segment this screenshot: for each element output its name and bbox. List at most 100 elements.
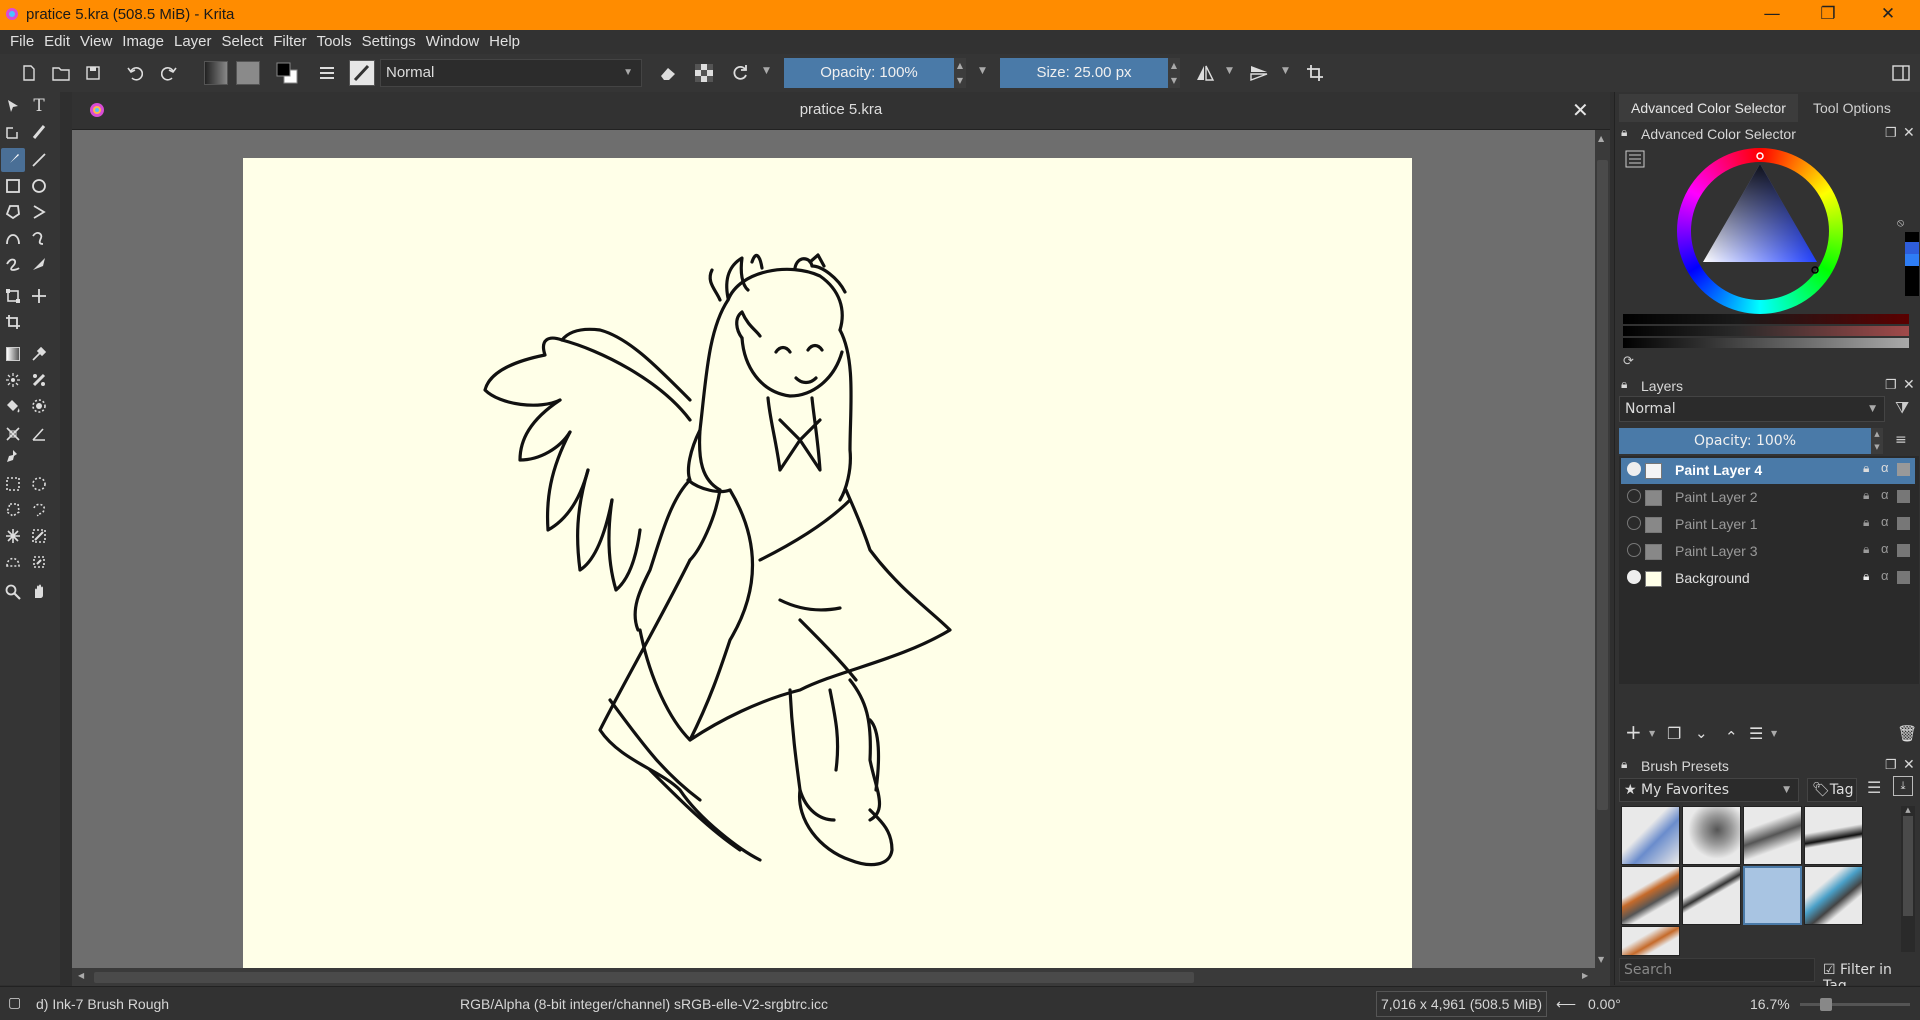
scroll-down-arrow-icon[interactable]: ▼ [1598, 955, 1604, 964]
mirror-h-chevron-icon[interactable]: ▼ [1226, 66, 1233, 76]
layer-opacity-arrows[interactable]: ▲ ▼ [1871, 428, 1883, 454]
no-color-icon[interactable]: ⦸ [1897, 216, 1904, 230]
lock-layer-icon[interactable]: 🔒︎ [1863, 542, 1869, 557]
blend-mode-select[interactable]: Normal ▼ [380, 59, 642, 87]
alpha-lock-icon[interactable]: α [1881, 568, 1889, 583]
brush-presets-float-icon[interactable]: ❐ [1885, 757, 1897, 773]
brush-preset-5[interactable] [1621, 866, 1680, 925]
fg-bg-color-icon[interactable] [274, 60, 300, 86]
layer-properties-chevron-icon[interactable]: ▼ [1771, 729, 1777, 738]
freehand-selection-tool-icon[interactable] [27, 498, 51, 522]
add-layer-chevron-icon[interactable]: ▼ [1649, 729, 1655, 738]
rotation-icon[interactable]: ⟵ [1556, 996, 1576, 1013]
brush-settings-icon[interactable] [314, 60, 340, 86]
text-tool-icon[interactable]: T [27, 94, 51, 118]
zoom-slider[interactable] [1800, 998, 1910, 1011]
move-tool-icon[interactable] [27, 284, 51, 308]
add-layer-icon[interactable]: + [1625, 720, 1642, 744]
enclose-fill-tool-icon[interactable] [27, 394, 51, 418]
transform-tool-icon[interactable] [1, 284, 25, 308]
layers-close-icon[interactable]: ✕ [1903, 376, 1915, 393]
opacity-options-chevron-icon[interactable]: ▼ [979, 66, 986, 76]
mirror-horizontal-icon[interactable] [1192, 60, 1218, 86]
bezier-tool-icon[interactable] [1, 226, 25, 250]
menu-file[interactable]: File [5, 31, 39, 52]
brush-preset-4[interactable] [1804, 806, 1863, 865]
tab-tool-options[interactable]: Tool Options [1801, 94, 1903, 122]
image-dimensions[interactable]: 7,016 x 4,961 (508.5 MiB) [1376, 991, 1548, 1017]
zoom-tool-icon[interactable] [1, 580, 25, 604]
rectangular-selection-tool-icon[interactable] [1, 472, 25, 496]
tab-advanced-color-selector[interactable]: Advanced Color Selector [1619, 94, 1798, 122]
dynamic-brush-tool-icon[interactable] [1, 252, 25, 276]
menu-window[interactable]: Window [421, 31, 484, 52]
brush-import-icon[interactable]: ⤓ [1893, 776, 1913, 796]
bezier-selection-tool-icon[interactable] [1, 550, 25, 574]
layer-row-paint-layer-2[interactable]: Paint Layer 2 🔒︎ α [1621, 485, 1915, 511]
freehand-brush-tool-icon[interactable] [1, 148, 25, 172]
drawing-canvas[interactable] [243, 158, 1412, 968]
reference-images-tool-icon[interactable] [1, 444, 25, 468]
ellipse-tool-icon[interactable] [27, 174, 51, 198]
eraser-icon[interactable] [655, 60, 681, 86]
lock-layer-icon[interactable]: 🔒︎ [1863, 515, 1869, 530]
menu-select[interactable]: Select [217, 31, 269, 52]
menu-settings[interactable]: Settings [357, 31, 421, 52]
layers-float-icon[interactable]: ❐ [1885, 377, 1897, 393]
calligraphy-tool-icon[interactable] [27, 120, 51, 144]
close-docker-icon[interactable]: ✕ [1903, 124, 1915, 141]
crop-tool-icon[interactable] [1, 310, 25, 334]
lock-icon[interactable]: 🔒︎ [1621, 125, 1627, 140]
menu-view[interactable]: View [75, 31, 117, 52]
menu-filter[interactable]: Filter [268, 31, 311, 52]
color-wheel[interactable] [1675, 146, 1845, 316]
delete-layer-icon[interactable]: 🗑︎ [1897, 724, 1917, 743]
preserve-alpha-icon[interactable] [691, 60, 717, 86]
visibility-eye-icon[interactable] [1627, 543, 1641, 557]
rectangle-tool-icon[interactable] [1, 174, 25, 198]
horizontal-scrollbar[interactable]: ◀ ▶ [72, 968, 1610, 986]
close-button[interactable]: ✕ [1860, 0, 1916, 30]
shade-strip-3[interactable] [1623, 338, 1909, 348]
pattern-swatch-icon[interactable] [235, 60, 261, 86]
shade-strip-2[interactable] [1623, 326, 1909, 336]
duplicate-layer-icon[interactable]: ❐ [1667, 724, 1681, 743]
menu-layer[interactable]: Layer [169, 31, 217, 52]
brush-presets-scrollbar[interactable]: ▲ [1901, 806, 1915, 952]
gradient-swatch-icon[interactable] [203, 60, 229, 86]
pan-tool-icon[interactable] [27, 580, 51, 604]
similar-color-selection-tool-icon[interactable] [27, 524, 51, 548]
close-document-icon[interactable]: ✕ [1572, 98, 1589, 122]
move-layer-down-icon[interactable]: ⌄ [1695, 724, 1708, 742]
float-docker-icon[interactable]: ❐ [1885, 125, 1897, 141]
inherit-alpha-icon[interactable] [1897, 490, 1910, 503]
contiguous-selection-tool-icon[interactable] [1, 524, 25, 548]
assistant-tool-icon[interactable] [1, 422, 25, 446]
open-document-icon[interactable] [48, 60, 74, 86]
brush-search-input[interactable]: Search [1619, 958, 1815, 982]
brush-preset-3[interactable] [1743, 806, 1802, 865]
shade-strip-1[interactable] [1623, 314, 1909, 324]
colorize-mask-tool-icon[interactable] [1, 368, 25, 392]
opacity-spin-arrows[interactable]: ▲ ▼ [954, 58, 966, 88]
alpha-lock-icon[interactable]: α [1881, 514, 1889, 529]
wrap-around-icon[interactable] [1302, 60, 1328, 86]
inherit-alpha-icon[interactable] [1897, 517, 1910, 530]
layer-row-paint-layer-4[interactable]: Paint Layer 4 🔒︎ α [1621, 458, 1915, 484]
menu-edit[interactable]: Edit [39, 31, 75, 52]
brush-preset-1[interactable] [1621, 806, 1680, 865]
lock-layer-icon[interactable]: 🔒︎ [1863, 569, 1869, 584]
color-selector-settings-icon[interactable] [1625, 150, 1645, 168]
minimize-button[interactable]: — [1744, 0, 1800, 30]
scroll-left-arrow-icon[interactable]: ◀ [78, 971, 84, 980]
tag-button[interactable]: 🏷︎Tag [1807, 778, 1857, 802]
brush-preset-icon[interactable] [349, 60, 375, 86]
vertical-scrollbar[interactable]: ▲ ▼ [1595, 130, 1610, 968]
size-slider[interactable]: Size: 25.00 px [1000, 58, 1168, 88]
brush-presets-lock-icon[interactable]: 🔒︎ [1621, 757, 1627, 772]
alpha-lock-icon[interactable]: α [1881, 541, 1889, 556]
menu-tools[interactable]: Tools [312, 31, 357, 52]
layer-properties-icon[interactable]: ☰ [1749, 724, 1763, 743]
lock-layer-icon[interactable]: 🔒︎ [1863, 488, 1869, 503]
refresh-shades-icon[interactable]: ⟳ [1623, 354, 1634, 369]
